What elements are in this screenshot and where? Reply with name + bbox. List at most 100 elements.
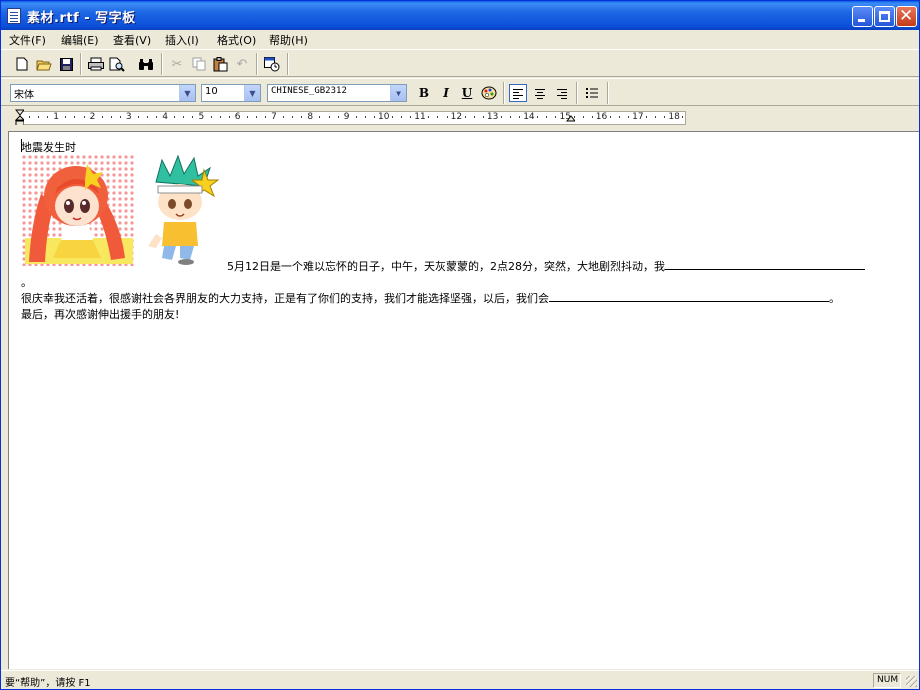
fill-in-blank-2[interactable] [549, 291, 829, 302]
font-name-select[interactable]: 宋体 ▼ [10, 84, 196, 102]
ruler-tick [283, 116, 285, 118]
document-heading: 地震发生时 [21, 141, 76, 154]
ruler-tick [510, 116, 512, 118]
toolbar-separator [161, 53, 163, 75]
underline-button[interactable]: U [458, 84, 476, 102]
align-center-icon[interactable] [531, 84, 549, 102]
document-area[interactable]: 地震发生时 5月12日是一个难以忘怀的日子，中午，天灰蒙蒙的，2点28分，突然，… [8, 131, 919, 669]
ruler-tick [119, 116, 121, 118]
undo-icon[interactable]: ↶ [233, 55, 251, 73]
ruler-number: 5 [198, 112, 205, 122]
ruler-tick [628, 116, 630, 118]
title-bar[interactable]: 素材.rtf - 写字板 ✕ [1, 1, 919, 30]
ruler-number: 6 [234, 112, 241, 122]
minimize-button[interactable] [852, 6, 873, 27]
num-lock-indicator: NUM [873, 673, 901, 688]
ruler-tick [664, 116, 666, 118]
menu-edit[interactable]: 编辑(E) [61, 32, 99, 48]
chevron-down-icon[interactable]: ▼ [244, 85, 260, 101]
ruler-tick [65, 116, 67, 118]
ruler[interactable]: 1 2 3 4 5 6 7 8 9 10 11 12 13 14 15 16 17 18 [1, 107, 919, 129]
ruler-tick [428, 116, 430, 118]
ruler-tick [500, 116, 502, 118]
font-size-select[interactable]: 10 ▼ [201, 84, 261, 102]
window-title: 素材.rtf - 写字板 [27, 11, 136, 26]
ruler-number: 7 [271, 112, 277, 122]
cartoon-girl-image[interactable] [21, 154, 136, 266]
ruler-number: 4 [162, 112, 168, 122]
bold-button[interactable]: B [415, 84, 433, 102]
save-icon[interactable] [57, 55, 75, 73]
chevron-down-icon[interactable]: ▼ [390, 85, 406, 101]
script-select[interactable]: CHINESE_GB2312 ▼ [267, 84, 407, 102]
ruler-tick [219, 116, 221, 118]
ruler-tick [174, 116, 176, 118]
align-right-icon[interactable] [553, 84, 571, 102]
cartoon-boy-image[interactable] [142, 154, 222, 266]
ruler-tick [473, 116, 475, 118]
menu-help[interactable]: 帮助(H) [269, 32, 308, 48]
ruler-tick [482, 116, 484, 118]
ruler-number: 11 [414, 112, 426, 122]
ruler-tick [47, 116, 49, 118]
fill-in-blank-1[interactable] [665, 259, 865, 270]
ruler-number: 1 [53, 112, 60, 122]
align-left-icon[interactable] [509, 84, 527, 102]
font-size-value: 10 [205, 86, 218, 97]
cut-icon[interactable]: ✂ [168, 55, 186, 73]
ruler-tick [401, 116, 403, 118]
print-preview-icon[interactable] [108, 55, 126, 73]
document-icon [7, 8, 21, 24]
ruler-tick [110, 116, 112, 118]
ruler-tick [301, 116, 303, 118]
right-indent-marker[interactable] [566, 111, 575, 127]
toolbar-separator [576, 82, 578, 104]
bullets-icon[interactable] [583, 84, 601, 102]
ruler-tick [682, 116, 684, 118]
ruler-tick [183, 116, 185, 118]
ruler-tick [591, 116, 593, 118]
menu-view[interactable]: 查看(V) [113, 32, 151, 48]
paste-icon[interactable] [211, 55, 229, 73]
chevron-down-icon[interactable]: ▼ [179, 85, 195, 101]
menu-insert[interactable]: 插入(I) [165, 32, 199, 48]
maximize-button[interactable] [874, 6, 895, 27]
ruler-number: 9 [343, 112, 350, 122]
ruler-tick [373, 116, 375, 118]
status-bar: 要“帮助”，请按 F1 NUM [1, 670, 919, 689]
new-icon[interactable] [13, 55, 31, 73]
ruler-tick [74, 116, 76, 118]
resize-grip-icon[interactable] [906, 676, 917, 687]
menu-format[interactable]: 格式(O) [217, 32, 256, 48]
toolbar-separator [256, 53, 258, 75]
menu-bar: 文件(F) 编辑(E) 查看(V) 插入(I) 格式(O) 帮助(H) [1, 30, 919, 48]
menu-file[interactable]: 文件(F) [9, 32, 46, 48]
ruler-tick [156, 116, 158, 118]
find-icon[interactable] [137, 55, 155, 73]
ruler-tick [410, 116, 412, 118]
ruler-tick [555, 116, 557, 118]
color-palette-icon[interactable] [480, 84, 498, 102]
document-line-2-text: 很庆幸我还活着，很感谢社会各界朋友的大力支持，正是有了你们的支持，我们才能选择坚… [21, 292, 549, 305]
script-value: CHINESE_GB2312 [271, 86, 347, 96]
insert-datetime-icon[interactable] [263, 55, 281, 73]
italic-button[interactable]: I [437, 84, 455, 102]
toolbar-separator [80, 53, 82, 75]
open-icon[interactable] [35, 55, 53, 73]
toolbar-separator [503, 82, 505, 104]
ruler-tick [337, 116, 339, 118]
font-name-value: 宋体 [14, 90, 34, 101]
print-icon[interactable] [87, 55, 105, 73]
document-line-1-end: 。 [21, 276, 32, 289]
ruler-scale[interactable]: 1 2 3 4 5 6 7 8 9 10 11 12 13 14 15 16 17 18 [19, 111, 686, 125]
ruler-tick [137, 116, 139, 118]
ruler-number: 12 [450, 112, 463, 122]
ruler-tick [265, 116, 267, 118]
minimize-icon [858, 19, 865, 22]
ruler-tick [364, 116, 366, 118]
toolbar-separator [607, 82, 609, 104]
ruler-number: 17 [632, 112, 644, 122]
close-button[interactable]: ✕ [896, 6, 917, 27]
copy-icon[interactable] [190, 55, 208, 73]
left-indent-marker[interactable] [15, 109, 24, 125]
